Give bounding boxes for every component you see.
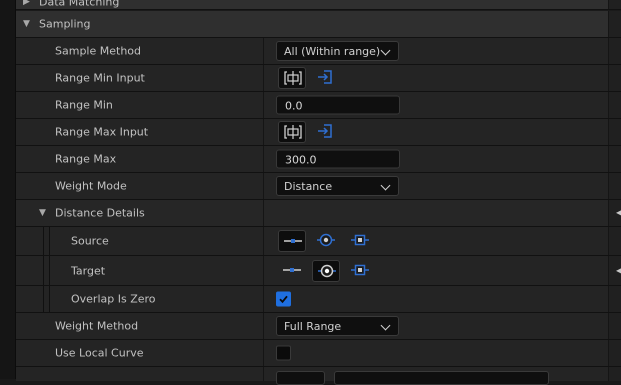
input-pin-icon xyxy=(318,124,332,138)
target-line-option[interactable] xyxy=(278,260,306,282)
target-circle-option[interactable] xyxy=(312,259,340,282)
left-gutter xyxy=(0,0,16,379)
property-label: Range Min xyxy=(55,98,113,112)
category-data-matching[interactable]: ▶ Data Matching xyxy=(16,0,621,10)
input-pin-icon xyxy=(318,70,332,84)
reset-arrow-icon[interactable]: ◂ xyxy=(616,208,621,219)
collapse-arrow-icon[interactable]: ▼ xyxy=(23,19,30,29)
property-distance-details[interactable]: ▼ Distance Details ◂ xyxy=(16,200,621,227)
property-weight-method: Weight Method Full Range xyxy=(16,313,621,340)
property-use-local-curve: Use Local Curve xyxy=(16,340,621,367)
box-point-icon xyxy=(351,234,369,246)
property-label: Weight Mode xyxy=(55,179,127,193)
property-label: Use Local Curve xyxy=(55,346,144,360)
circle-point-icon xyxy=(318,264,336,277)
source-circle-option[interactable] xyxy=(312,230,340,252)
property-label: Target xyxy=(71,264,106,277)
category-sampling[interactable]: ▼ Sampling xyxy=(16,11,621,38)
expand-arrow-icon[interactable]: ▶ xyxy=(23,0,30,7)
line-icon xyxy=(284,239,302,243)
weight-mode-dropdown[interactable]: Distance xyxy=(276,176,399,196)
chevron-down-icon xyxy=(380,320,391,331)
property-range-max: Range Max 300.0 xyxy=(16,146,621,173)
property-overlap-is-zero: Overlap Is Zero xyxy=(16,286,621,313)
constant-input-button[interactable] xyxy=(278,67,306,89)
property-weight-mode: Weight Mode Distance xyxy=(16,173,621,200)
line-icon xyxy=(283,267,301,272)
box-point-icon xyxy=(351,264,369,275)
property-label: Range Max Input xyxy=(55,125,149,139)
property-target: Target ◂ xyxy=(16,256,621,286)
constant-input-button[interactable] xyxy=(278,121,306,143)
property-label: Source xyxy=(71,234,109,248)
property-label: Weight Method xyxy=(55,319,139,333)
category-label: Sampling xyxy=(39,17,91,31)
chevron-down-icon xyxy=(380,180,391,191)
source-box-option[interactable] xyxy=(346,230,374,252)
range-max-field[interactable]: 300.0 xyxy=(276,149,400,169)
reset-arrow-icon[interactable]: ◂ xyxy=(616,265,621,276)
constant-icon xyxy=(284,71,302,85)
pin-input-button[interactable] xyxy=(311,67,339,89)
source-line-option[interactable] xyxy=(278,230,306,252)
checkmark-icon xyxy=(279,295,288,304)
property-range-max-input: Range Max Input xyxy=(16,119,621,146)
pin-input-button[interactable] xyxy=(311,121,339,143)
property-label: Range Max xyxy=(55,152,117,166)
details-panel: ▶ Data Matching ▼ Sampling Sample Method… xyxy=(16,0,621,385)
constant-icon xyxy=(284,125,302,139)
property-label: Distance Details xyxy=(55,206,145,220)
property-range-min-input: Range Min Input xyxy=(16,65,621,92)
property-label: Sample Method xyxy=(55,44,141,58)
weight-method-dropdown[interactable]: Full Range xyxy=(276,316,399,336)
collapse-arrow-icon[interactable]: ▼ xyxy=(39,208,46,218)
use-local-curve-checkbox[interactable] xyxy=(276,345,291,361)
circle-point-icon xyxy=(317,233,335,247)
category-label: Data Matching xyxy=(39,0,120,8)
property-label: Range Min Input xyxy=(55,71,145,85)
curve-asset-field[interactable] xyxy=(334,371,549,385)
property-sample-method: Sample Method All (Within range) xyxy=(16,38,621,65)
curve-preview-field[interactable] xyxy=(276,371,325,385)
chevron-down-icon xyxy=(380,45,391,56)
property-label: Overlap Is Zero xyxy=(71,292,156,306)
property-range-min: Range Min 0.0 xyxy=(16,92,621,119)
range-min-field[interactable]: 0.0 xyxy=(276,95,400,115)
target-box-option[interactable] xyxy=(346,260,374,282)
property-source: Source xyxy=(16,227,621,256)
sample-method-dropdown[interactable]: All (Within range) xyxy=(276,41,399,61)
overlap-is-zero-checkbox[interactable] xyxy=(276,291,291,307)
